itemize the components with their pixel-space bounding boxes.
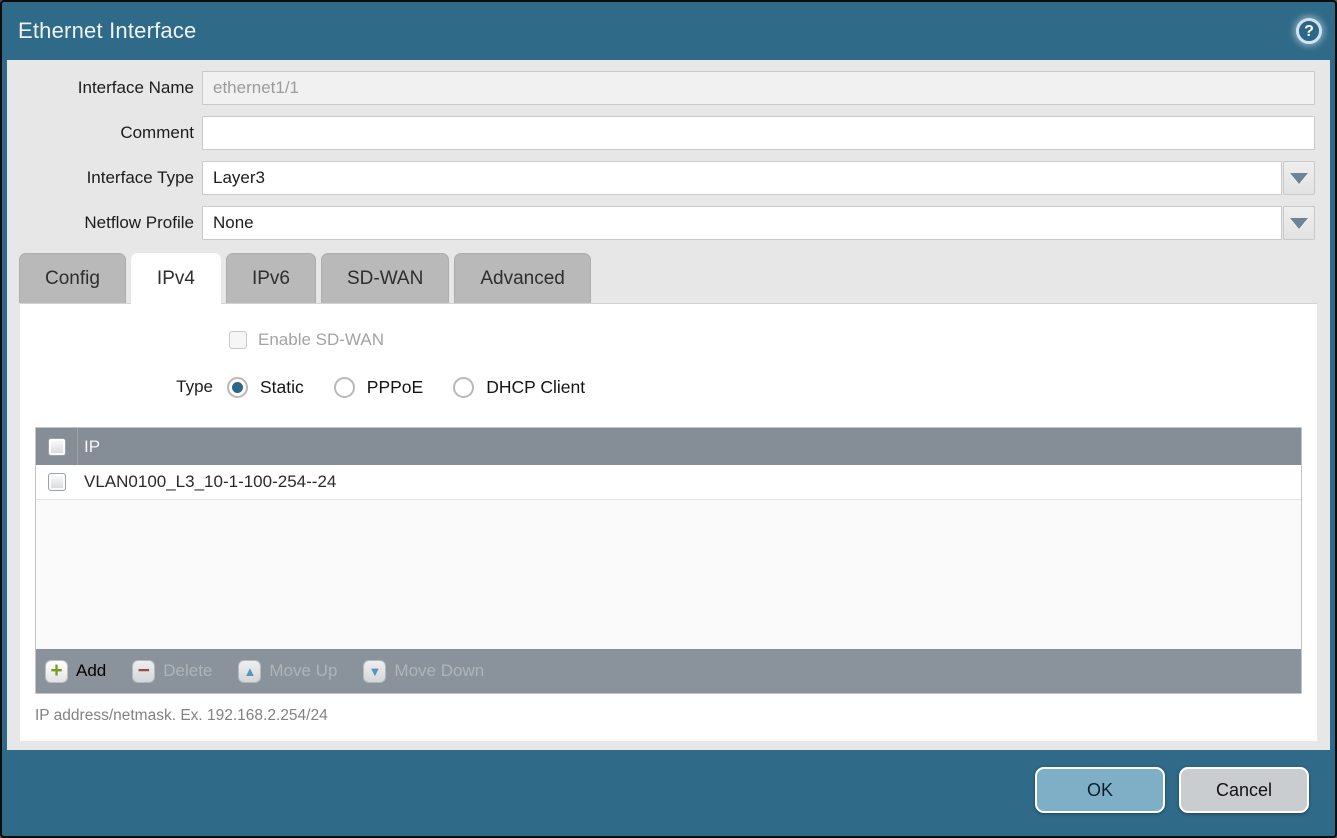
move-down-button: ▼ Move Down — [363, 660, 484, 683]
netflow-profile-field-wrap — [202, 206, 1315, 240]
radio-dhcp-client[interactable]: DHCP Client — [453, 377, 585, 398]
arrow-up-icon: ▲ — [238, 660, 261, 683]
tab-advanced-label: Advanced — [480, 268, 565, 290]
comment-label: Comment — [7, 123, 202, 143]
enable-sdwan-checkbox — [229, 331, 247, 349]
tab-bar: Config IPv4 IPv6 SD-WAN Advanced — [19, 253, 1330, 303]
add-button[interactable]: + Add — [45, 660, 106, 683]
form-area: Interface Name Comment Interface Type — [7, 60, 1330, 240]
delete-button-label: Delete — [163, 661, 212, 681]
delete-button: − Delete — [132, 660, 212, 683]
tab-config[interactable]: Config — [19, 253, 126, 303]
table-toolbar: + Add − Delete ▲ Move Up ▼ Move Down — [36, 649, 1301, 693]
plus-glyph: + — [50, 661, 62, 681]
row-checkbox-cell — [36, 465, 78, 499]
ip-table-header: IP — [36, 428, 1301, 465]
arrow-down-glyph: ▼ — [368, 665, 381, 678]
radio-pppoe[interactable]: PPPoE — [334, 377, 423, 398]
tab-ipv6-label: IPv6 — [252, 268, 290, 290]
radio-pppoe-label: PPPoE — [367, 377, 423, 398]
dialog-footer: OK Cancel — [2, 750, 1335, 836]
comment-field-wrap — [202, 116, 1315, 150]
netflow-profile-label: Netflow Profile — [7, 213, 202, 233]
radio-static[interactable]: Static — [227, 377, 304, 398]
ip-column-header: IP — [78, 437, 100, 457]
interface-type-dropdown-button[interactable] — [1283, 161, 1315, 195]
tab-advanced[interactable]: Advanced — [454, 253, 591, 303]
tab-config-label: Config — [45, 268, 100, 290]
minus-icon: − — [132, 660, 155, 683]
select-all-cell — [36, 428, 78, 465]
add-button-label: Add — [76, 661, 106, 681]
form-row-interface-name: Interface Name — [7, 71, 1330, 105]
row-checkbox[interactable] — [48, 473, 66, 491]
tab-ipv4-label: IPv4 — [157, 268, 195, 290]
tab-ipv6[interactable]: IPv6 — [226, 253, 316, 303]
ipv4-tab-panel: Enable SD-WAN Type Static PPPoE DHCP C — [20, 303, 1317, 741]
dialog-titlebar: Ethernet Interface ? — [2, 2, 1335, 60]
table-empty-area — [36, 500, 1301, 649]
dialog-title: Ethernet Interface — [18, 18, 196, 44]
interface-name-label: Interface Name — [7, 78, 202, 98]
plus-icon: + — [45, 660, 68, 683]
enable-sdwan-label: Enable SD-WAN — [258, 330, 384, 350]
form-row-netflow-profile: Netflow Profile — [7, 206, 1330, 240]
radio-button-icon[interactable] — [227, 377, 248, 398]
ip-format-hint: IP address/netmask. Ex. 192.168.2.254/24 — [35, 707, 1317, 725]
interface-type-label: Interface Type — [7, 168, 202, 188]
arrow-up-glyph: ▲ — [243, 665, 256, 678]
tab-sdwan-label: SD-WAN — [347, 268, 423, 290]
radio-button-icon[interactable] — [334, 377, 355, 398]
ok-button[interactable]: OK — [1035, 767, 1165, 813]
cancel-button[interactable]: Cancel — [1179, 767, 1309, 813]
type-label: Type — [20, 377, 213, 397]
radio-dhcp-client-label: DHCP Client — [486, 377, 585, 398]
radio-button-icon[interactable] — [453, 377, 474, 398]
ethernet-interface-dialog: Ethernet Interface ? Interface Name Comm… — [0, 0, 1337, 838]
ip-table: IP VLAN0100_L3_10-1-100-254--24 + Add − — [35, 427, 1302, 694]
interface-type-input[interactable] — [202, 161, 1282, 195]
netflow-profile-input[interactable] — [202, 206, 1282, 240]
type-row: Type Static PPPoE DHCP Client — [20, 375, 1317, 399]
enable-sdwan-row: Enable SD-WAN — [229, 329, 1317, 351]
interface-type-field-wrap — [202, 161, 1315, 195]
interface-name-input — [202, 71, 1315, 105]
minus-glyph: − — [138, 662, 150, 680]
select-all-checkbox[interactable] — [48, 438, 66, 456]
help-icon[interactable]: ? — [1296, 18, 1322, 44]
comment-input[interactable] — [202, 116, 1315, 150]
form-row-interface-type: Interface Type — [7, 161, 1330, 195]
tab-sdwan[interactable]: SD-WAN — [321, 253, 449, 303]
arrow-down-icon: ▼ — [363, 660, 386, 683]
chevron-down-icon — [1290, 173, 1308, 184]
netflow-profile-dropdown-button[interactable] — [1283, 206, 1315, 240]
dialog-body: Interface Name Comment Interface Type — [7, 60, 1330, 750]
move-down-button-label: Move Down — [394, 661, 484, 681]
form-row-comment: Comment — [7, 116, 1330, 150]
type-radio-group: Static PPPoE DHCP Client — [227, 377, 585, 398]
chevron-down-icon — [1290, 218, 1308, 229]
ip-row-value: VLAN0100_L3_10-1-100-254--24 — [78, 472, 336, 492]
move-up-button-label: Move Up — [269, 661, 337, 681]
radio-static-label: Static — [260, 377, 304, 398]
tab-ipv4[interactable]: IPv4 — [131, 253, 221, 303]
table-row[interactable]: VLAN0100_L3_10-1-100-254--24 — [36, 465, 1301, 500]
move-up-button: ▲ Move Up — [238, 660, 337, 683]
interface-name-field-wrap — [202, 71, 1315, 105]
